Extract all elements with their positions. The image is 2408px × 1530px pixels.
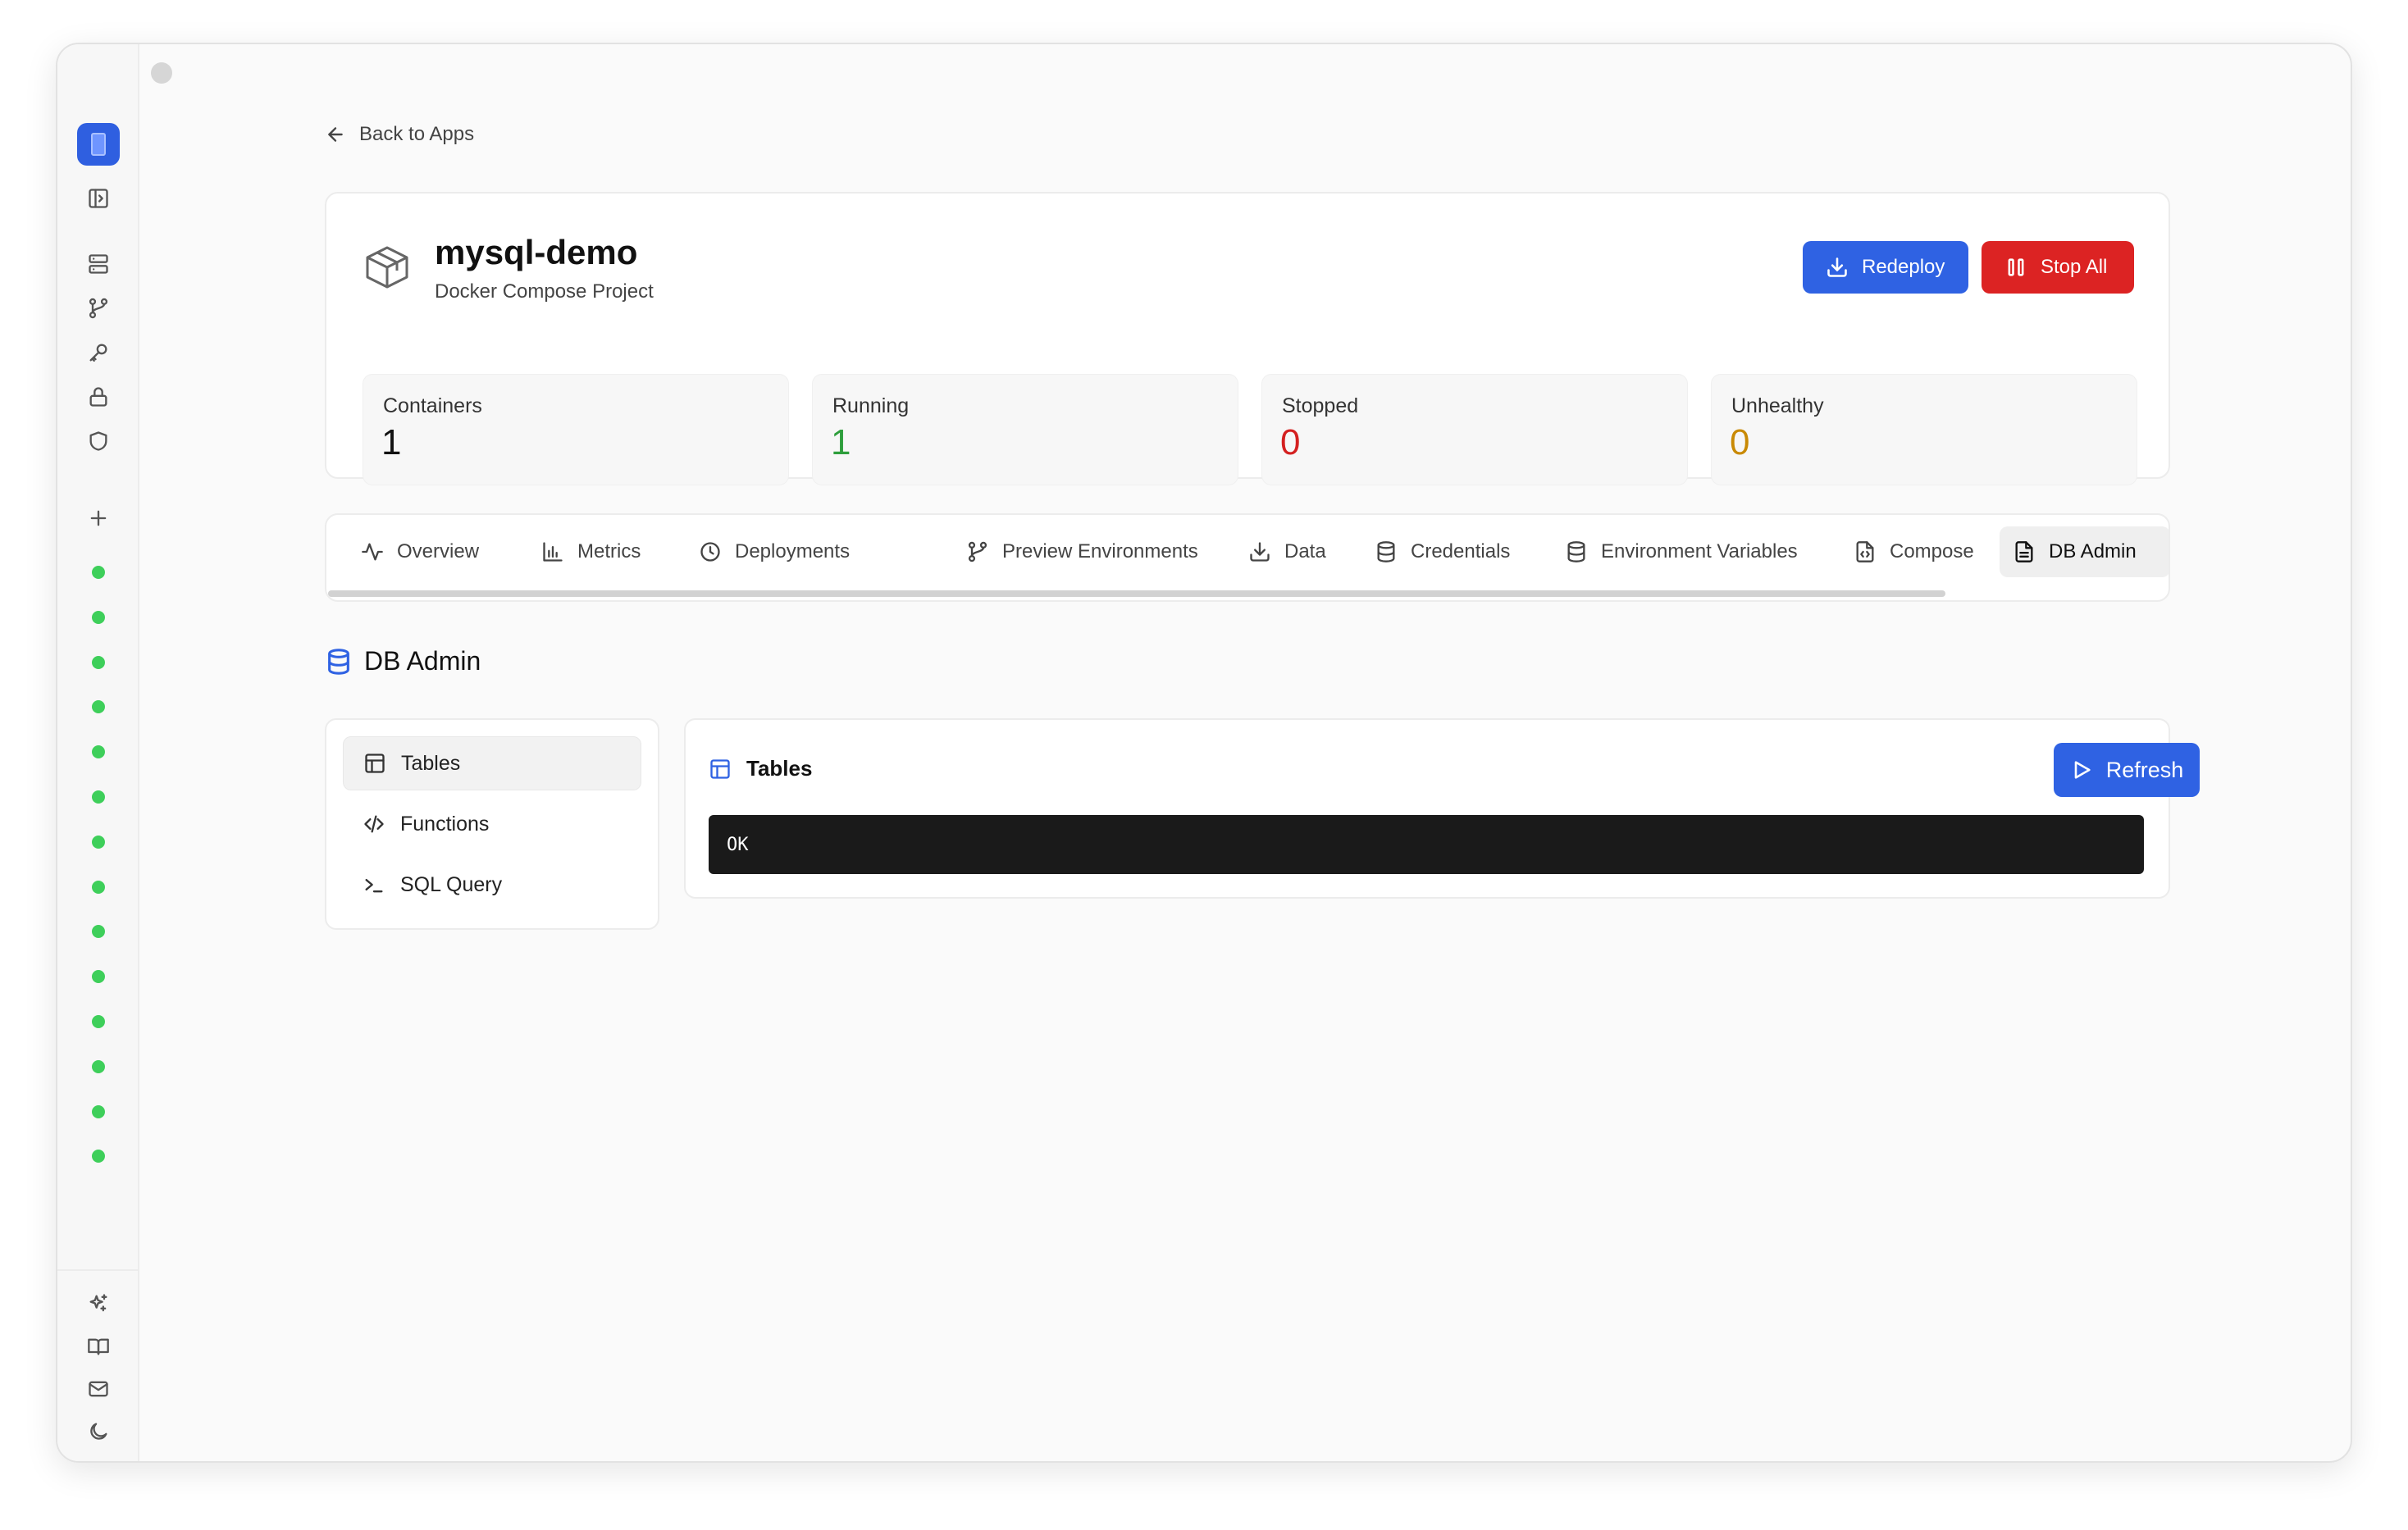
stat-value: 0 — [1280, 422, 1301, 462]
app-logo[interactable] — [77, 123, 120, 166]
db-admin-nav: Tables Functions SQL Query — [325, 718, 659, 930]
file-text-icon — [2015, 541, 2033, 562]
lock-icon[interactable] — [85, 384, 112, 410]
app-window: Back to Apps mysql-demo Docker Compose P… — [56, 43, 2352, 1463]
git-branch-icon — [968, 541, 987, 562]
tab-deployments[interactable]: Deployments — [686, 526, 863, 577]
app-status-dot[interactable] — [92, 970, 105, 983]
app-status-dot[interactable] — [92, 790, 105, 804]
stat-stopped: Stopped 0 — [1261, 374, 1688, 485]
file-code-icon — [1856, 541, 1874, 562]
table-icon — [710, 758, 730, 779]
download-icon — [1827, 257, 1847, 277]
sparkles-icon[interactable] — [85, 1291, 112, 1317]
app-status-dot[interactable] — [92, 881, 105, 894]
stat-value: 0 — [1730, 422, 1750, 462]
query-output: OK — [709, 815, 2144, 874]
app-status-dot[interactable] — [92, 1105, 105, 1118]
clock-icon — [700, 542, 720, 562]
app-status-dot[interactable] — [92, 1015, 105, 1028]
app-status-dot[interactable] — [92, 836, 105, 849]
activity-icon — [362, 543, 383, 561]
sidebar-toggle-icon[interactable] — [85, 185, 112, 212]
code-icon — [364, 815, 384, 833]
app-status-dot[interactable] — [92, 745, 105, 758]
back-to-apps-link[interactable]: Back to Apps — [325, 123, 474, 146]
stat-value: 1 — [831, 422, 851, 462]
app-status-dot[interactable] — [92, 1060, 105, 1073]
nav-sql-query[interactable]: SQL Query — [343, 858, 641, 912]
database-icon — [1377, 541, 1395, 562]
database-icon — [1567, 541, 1585, 562]
table-icon — [365, 754, 385, 773]
tab-db-admin[interactable]: DB Admin — [2000, 526, 2169, 577]
mail-icon[interactable] — [85, 1376, 112, 1402]
pause-icon — [2008, 258, 2024, 276]
stat-running: Running 1 — [812, 374, 1238, 485]
tab-scrollbar[interactable] — [328, 590, 1945, 597]
app-status-dot[interactable] — [92, 656, 105, 669]
app-header-card: mysql-demo Docker Compose Project Redepl… — [325, 192, 2170, 485]
tab-metrics[interactable]: Metrics — [528, 526, 654, 577]
app-status-dot[interactable] — [92, 925, 105, 938]
app-status-dot[interactable] — [92, 700, 105, 713]
app-title: mysql-demo — [435, 233, 638, 271]
nav-tables[interactable]: Tables — [343, 736, 641, 790]
tab-environment-variables[interactable]: Environment Variables — [1552, 526, 1811, 577]
key-icon[interactable] — [85, 339, 112, 366]
shield-icon[interactable] — [85, 428, 112, 454]
redeploy-button[interactable]: Redeploy — [1803, 241, 1968, 294]
app-status-dot[interactable] — [92, 611, 105, 624]
download-icon — [1250, 542, 1270, 562]
sidebar-divider — [57, 1269, 139, 1271]
stat-unhealthy: Unhealthy 0 — [1711, 374, 2137, 485]
nav-functions[interactable]: Functions — [343, 797, 641, 851]
app-subtitle: Docker Compose Project — [435, 280, 654, 303]
database-icon — [328, 648, 349, 675]
tab-overview[interactable]: Overview — [348, 526, 492, 577]
zoom-window-button[interactable] — [151, 62, 172, 84]
stop-all-button[interactable]: Stop All — [1982, 241, 2134, 294]
terminal-icon — [365, 879, 383, 893]
package-icon — [363, 243, 412, 292]
sidebar — [57, 44, 139, 1461]
play-icon — [2074, 761, 2091, 779]
back-label: Back to Apps — [359, 123, 475, 145]
stat-containers: Containers 1 — [363, 374, 789, 485]
moon-icon[interactable] — [85, 1418, 112, 1445]
section-title: DB Admin — [325, 646, 481, 676]
app-status-dot[interactable] — [92, 566, 105, 579]
bar-chart-icon — [543, 542, 563, 562]
git-branch-icon[interactable] — [85, 295, 112, 321]
tab-data[interactable]: Data — [1235, 526, 1339, 577]
tab-bar: Overview Metrics Deployments Preview Env… — [325, 513, 2170, 602]
refresh-button[interactable]: Refresh — [2054, 743, 2200, 797]
plus-icon[interactable] — [85, 505, 112, 531]
book-icon[interactable] — [85, 1333, 112, 1359]
tab-credentials[interactable]: Credentials — [1361, 526, 1523, 577]
tables-panel: Tables Refresh OK — [684, 718, 2200, 899]
stat-value: 1 — [381, 422, 402, 462]
app-status-dot[interactable] — [92, 1150, 105, 1163]
arrow-left-icon — [328, 127, 343, 142]
tab-preview-environments[interactable]: Preview Environments — [953, 526, 1211, 577]
tab-compose[interactable]: Compose — [1840, 526, 1987, 577]
server-icon[interactable] — [85, 251, 112, 277]
panel-title: Tables — [709, 756, 812, 781]
